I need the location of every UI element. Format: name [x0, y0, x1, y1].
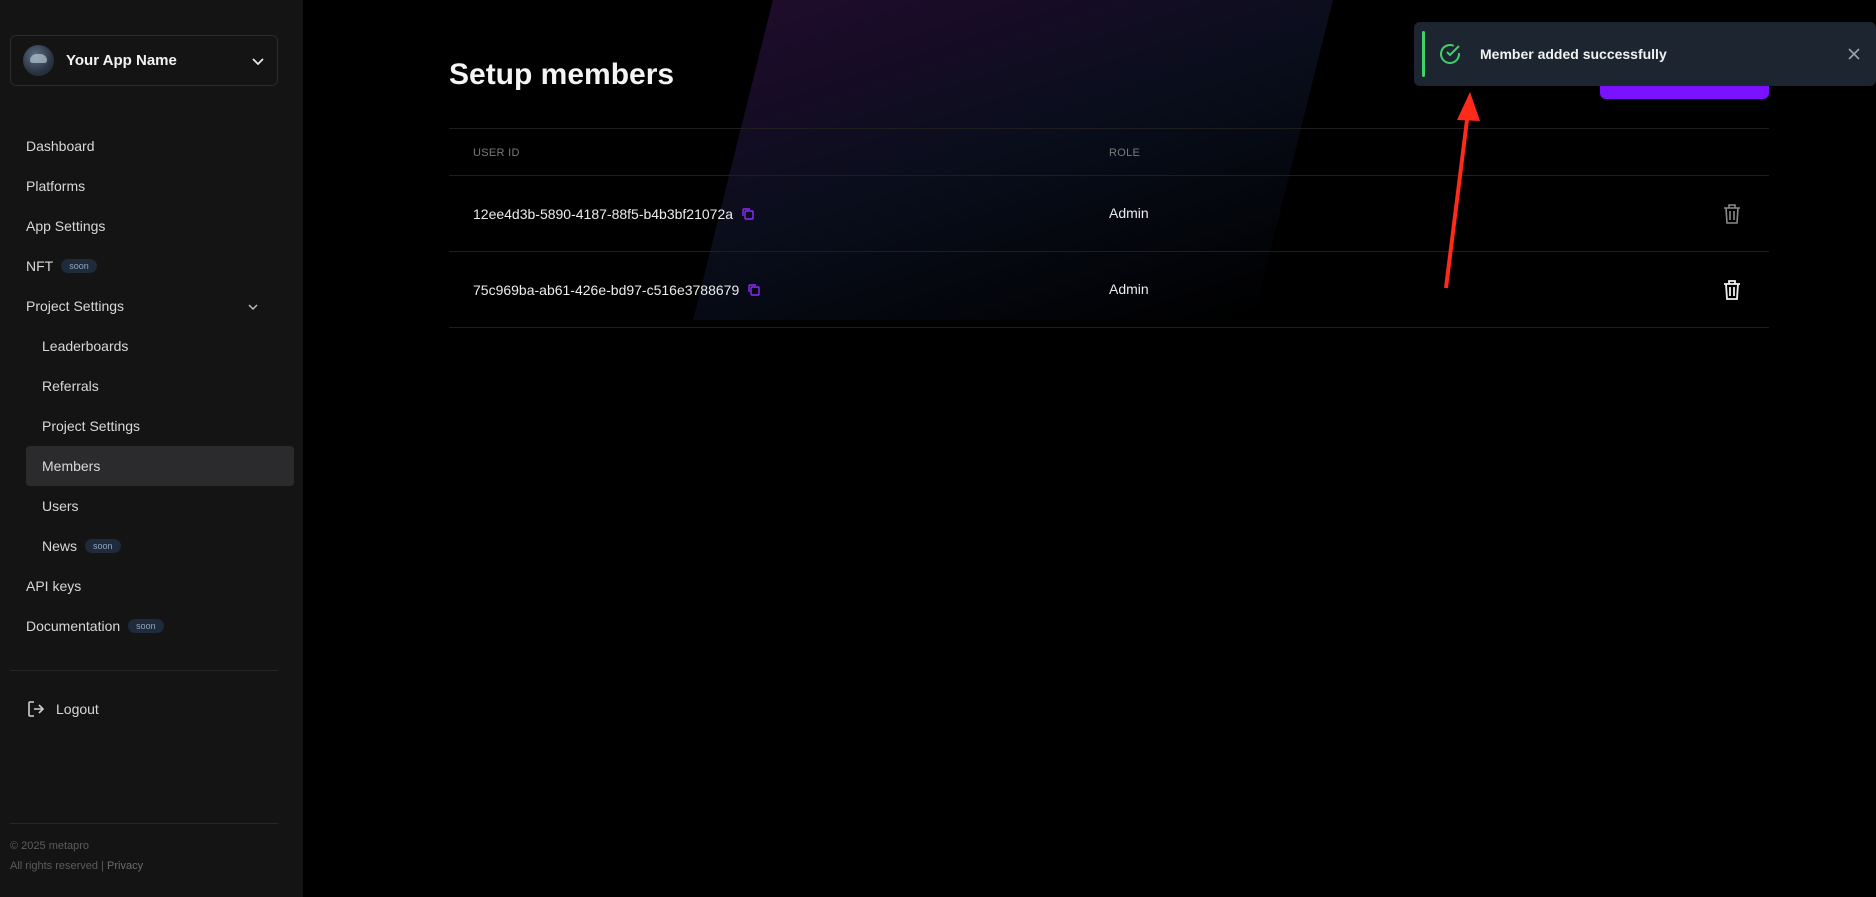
- sidebar-item-platforms[interactable]: Platforms: [26, 176, 85, 196]
- sidebar-divider: [10, 670, 278, 671]
- sidebar-item-nft[interactable]: NFT soon: [26, 256, 97, 276]
- column-header-user-id: USER ID: [473, 147, 520, 159]
- sidebar-divider: [10, 823, 278, 824]
- logout-icon: [28, 701, 45, 717]
- sidebar-item-referrals[interactable]: Referrals: [42, 376, 99, 396]
- app-name: Your App Name: [66, 52, 177, 69]
- app-selector[interactable]: Your App Name: [10, 35, 278, 86]
- annotation-arrow-icon: [1444, 92, 1480, 289]
- table-row: 75c969ba-ab61-426e-bd97-c516e3788679 Adm…: [449, 252, 1769, 328]
- page-title: Setup members: [449, 58, 675, 91]
- close-icon[interactable]: [1846, 46, 1862, 62]
- trash-icon[interactable]: [1719, 277, 1745, 303]
- sidebar-item-app-settings[interactable]: App Settings: [26, 216, 105, 236]
- main-content: Setup members USER ID ROLE 12ee4d3b-5890…: [303, 0, 1876, 897]
- soon-badge: soon: [85, 539, 121, 553]
- role-cell: Admin: [1109, 205, 1149, 221]
- soon-badge: soon: [61, 259, 97, 273]
- sidebar-item-leaderboards[interactable]: Leaderboards: [42, 336, 128, 356]
- table-header: USER ID ROLE: [449, 128, 1769, 176]
- app-avatar: [23, 45, 54, 76]
- toast-accent-bar: [1422, 31, 1425, 77]
- sidebar-item-documentation[interactable]: Documentation soon: [26, 616, 164, 636]
- sidebar-item-members[interactable]: Members: [42, 456, 100, 476]
- success-toast: Member added successfully: [1414, 22, 1876, 86]
- copy-icon[interactable]: [741, 207, 755, 221]
- check-circle-icon: [1440, 44, 1460, 64]
- members-table: USER ID ROLE 12ee4d3b-5890-4187-88f5-b4b…: [449, 128, 1769, 328]
- soon-badge: soon: [128, 619, 164, 633]
- toast-message: Member added successfully: [1480, 46, 1667, 62]
- sidebar-item-project-settings-group[interactable]: Project Settings: [26, 296, 124, 316]
- sidebar-item-news[interactable]: News soon: [42, 536, 121, 556]
- column-header-role: ROLE: [1109, 147, 1141, 159]
- sidebar-item-users[interactable]: Users: [42, 496, 79, 516]
- copy-icon[interactable]: [747, 283, 761, 297]
- sidebar-item-project-settings[interactable]: Project Settings: [42, 416, 140, 436]
- user-id-cell: 75c969ba-ab61-426e-bd97-c516e3788679: [473, 282, 761, 298]
- privacy-link[interactable]: Privacy: [107, 860, 143, 872]
- footer-rights: All rights reserved | Privacy: [10, 860, 144, 872]
- chevron-down-icon: [252, 57, 264, 65]
- user-id-cell: 12ee4d3b-5890-4187-88f5-b4b3bf21072a: [473, 206, 755, 222]
- table-row: 12ee4d3b-5890-4187-88f5-b4b3bf21072a Adm…: [449, 176, 1769, 252]
- sidebar-item-dashboard[interactable]: Dashboard: [26, 136, 95, 156]
- logout-button[interactable]: Logout: [26, 699, 99, 719]
- sidebar-item-api-keys[interactable]: API keys: [26, 576, 81, 596]
- sidebar: Your App Name Dashboard Platforms App Se…: [0, 0, 303, 897]
- role-cell: Admin: [1109, 281, 1149, 297]
- footer-copyright: © 2025 metapro: [10, 840, 90, 852]
- chevron-down-icon[interactable]: [246, 300, 260, 314]
- trash-icon[interactable]: [1719, 201, 1745, 227]
